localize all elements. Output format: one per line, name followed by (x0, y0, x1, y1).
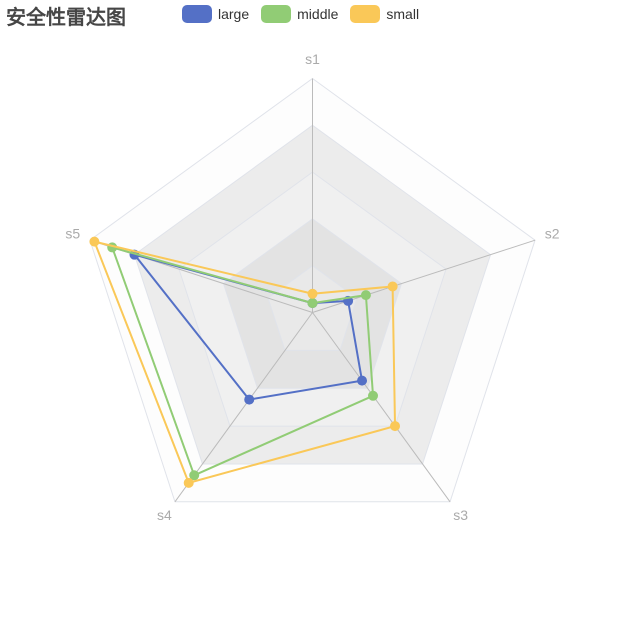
data-point-small-s1 (307, 288, 318, 299)
data-point-middle-s4 (189, 470, 200, 481)
axis-label-s2: s2 (545, 225, 560, 241)
radar-chart: s1 s2 s3 s4 s5 (65, 51, 560, 523)
data-point-middle-s1 (307, 298, 318, 309)
data-point-middle-s3 (368, 390, 379, 401)
data-point-large-s3 (357, 375, 368, 386)
axis-label-s1: s1 (305, 51, 320, 67)
axis-label-s5: s5 (65, 225, 80, 241)
data-point-small-s5 (89, 236, 100, 247)
axis-label-s4: s4 (157, 507, 172, 523)
chart-page: 安全性雷达图 large middle small s1 s2 s3 s4 s5 (0, 0, 625, 625)
data-point-small-s2 (387, 281, 398, 292)
data-point-small-s4 (183, 477, 194, 488)
data-point-small-s3 (390, 421, 401, 432)
data-point-middle-s2 (360, 290, 371, 301)
axis-label-s3: s3 (453, 507, 468, 523)
data-point-large-s4 (244, 394, 255, 405)
